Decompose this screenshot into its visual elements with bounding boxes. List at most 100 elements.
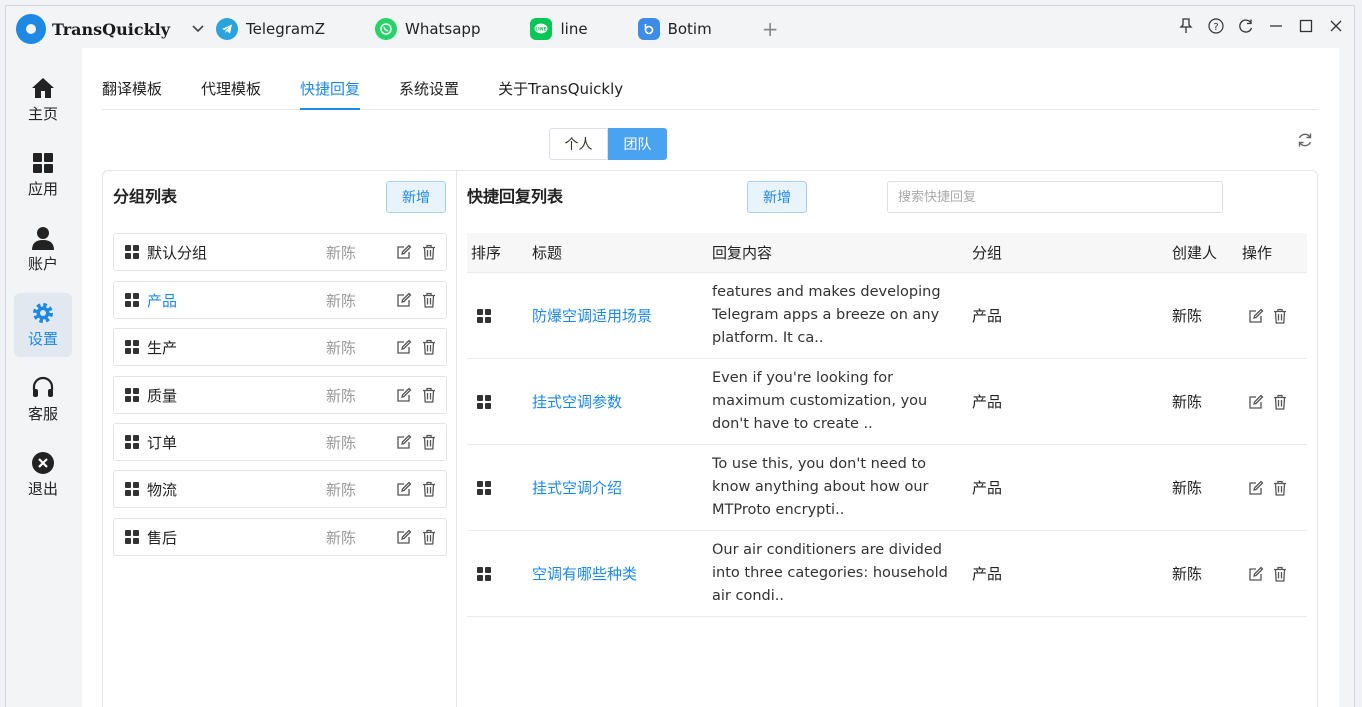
add-reply-button[interactable]: 新增 xyxy=(747,181,807,213)
group-owner: 新陈 xyxy=(326,480,357,499)
reply-group: 产品 xyxy=(972,307,1003,325)
group-item[interactable]: 质量 新陈 xyxy=(113,376,447,414)
brand[interactable]: TransQuickly xyxy=(16,14,216,44)
reply-title[interactable]: 空调有哪些种类 xyxy=(532,563,712,584)
tab-telegramz[interactable]: TelegramZ xyxy=(216,18,325,40)
app-tabs: TelegramZ Whatsapp LINE line Botim + xyxy=(216,17,778,41)
drag-handle-icon[interactable] xyxy=(125,388,139,402)
column-header-group: 分组 xyxy=(972,244,1003,262)
edit-icon[interactable] xyxy=(396,292,412,308)
edit-icon[interactable] xyxy=(396,339,412,355)
row-actions xyxy=(1242,566,1302,582)
column-header-order: 排序 xyxy=(471,244,502,262)
add-group-button[interactable]: 新增 xyxy=(386,181,446,213)
group-item[interactable]: 生产 新陈 xyxy=(113,328,447,366)
trash-icon[interactable] xyxy=(421,387,437,403)
add-tab-icon[interactable]: + xyxy=(762,17,779,41)
tab-about[interactable]: 关于TransQuickly xyxy=(498,74,623,110)
reply-title[interactable]: 挂式空调参数 xyxy=(532,391,712,412)
maximize-icon[interactable] xyxy=(1298,19,1314,37)
sidebar-item-settings[interactable]: 设置 xyxy=(14,293,72,357)
edit-icon[interactable] xyxy=(1248,566,1264,582)
headset-icon xyxy=(31,376,55,400)
sidebar: 主页 应用 账户 设置 客服 退出 xyxy=(6,52,82,707)
drag-handle-icon[interactable] xyxy=(125,482,139,496)
drag-handle-icon[interactable] xyxy=(125,293,139,307)
reply-creator: 新陈 xyxy=(1172,393,1203,411)
tab-botim[interactable]: Botim xyxy=(637,18,712,40)
tab-quick-reply[interactable]: 快捷回复 xyxy=(300,74,361,110)
drag-handle-icon[interactable] xyxy=(125,245,139,259)
group-item[interactable]: 产品 新陈 xyxy=(113,281,447,319)
group-owner: 新陈 xyxy=(326,528,357,547)
personal-toggle-button[interactable]: 个人 xyxy=(549,128,608,160)
tab-whatsapp[interactable]: Whatsapp xyxy=(375,18,480,40)
edit-icon[interactable] xyxy=(1248,308,1264,324)
drag-handle-icon[interactable] xyxy=(477,394,491,409)
brand-name: TransQuickly xyxy=(52,19,171,39)
trash-icon[interactable] xyxy=(421,292,437,308)
trash-icon[interactable] xyxy=(1272,394,1288,410)
tab-proxy-template[interactable]: 代理模板 xyxy=(201,74,261,110)
drag-handle-icon[interactable] xyxy=(477,566,491,581)
edit-icon[interactable] xyxy=(396,529,412,545)
edit-icon[interactable] xyxy=(1248,480,1264,496)
minimize-icon[interactable] xyxy=(1268,19,1284,37)
drag-handle-icon[interactable] xyxy=(125,530,139,544)
drag-handle-icon[interactable] xyxy=(477,308,491,323)
tab-system-settings[interactable]: 系统设置 xyxy=(399,74,459,110)
group-item[interactable]: 物流 新陈 xyxy=(113,470,447,508)
refresh-icon[interactable] xyxy=(1238,18,1254,38)
trash-icon[interactable] xyxy=(421,244,437,260)
trash-icon[interactable] xyxy=(421,529,437,545)
edit-icon[interactable] xyxy=(396,434,412,450)
group-name: 物流 xyxy=(147,480,178,499)
group-name: 质量 xyxy=(147,386,178,405)
svg-text:?: ? xyxy=(1213,22,1218,33)
table-row: 挂式空调介绍 To use this, you don't need to kn… xyxy=(467,445,1307,531)
scope-toggle: 个人 团队 xyxy=(549,128,667,160)
whatsapp-icon xyxy=(375,18,398,40)
help-icon[interactable]: ? xyxy=(1208,18,1224,38)
edit-icon[interactable] xyxy=(1248,394,1264,410)
chevron-down-icon[interactable] xyxy=(192,22,204,36)
trash-icon[interactable] xyxy=(1272,480,1288,496)
group-item[interactable]: 售后 新陈 xyxy=(113,518,447,556)
group-item[interactable]: 默认分组 新陈 xyxy=(113,233,447,271)
group-owner: 新陈 xyxy=(326,386,357,405)
tab-label: Botim xyxy=(667,20,712,38)
drag-handle-icon[interactable] xyxy=(125,435,139,449)
tab-label: line xyxy=(560,20,588,38)
reply-creator: 新陈 xyxy=(1172,307,1203,325)
search-input[interactable] xyxy=(887,181,1223,213)
edit-icon[interactable] xyxy=(396,244,412,260)
drag-handle-icon[interactable] xyxy=(125,340,139,354)
sidebar-item-account[interactable]: 账户 xyxy=(14,218,72,282)
trash-icon[interactable] xyxy=(421,339,437,355)
edit-icon[interactable] xyxy=(396,481,412,497)
tab-translation-template[interactable]: 翻译模板 xyxy=(102,74,162,110)
trash-icon[interactable] xyxy=(1272,308,1288,324)
tab-line[interactable]: LINE line xyxy=(530,18,588,40)
drag-handle-icon[interactable] xyxy=(477,480,491,495)
pin-icon[interactable] xyxy=(1178,18,1194,38)
group-item[interactable]: 订单 新陈 xyxy=(113,423,447,461)
sidebar-item-support[interactable]: 客服 xyxy=(14,368,72,432)
reply-title[interactable]: 挂式空调介绍 xyxy=(532,477,712,498)
trash-icon[interactable] xyxy=(421,481,437,497)
sidebar-item-exit[interactable]: 退出 xyxy=(14,443,72,507)
sidebar-item-label: 应用 xyxy=(27,180,58,198)
group-owner: 新陈 xyxy=(326,433,357,452)
sidebar-item-home[interactable]: 主页 xyxy=(14,68,72,132)
trash-icon[interactable] xyxy=(421,434,437,450)
edit-icon[interactable] xyxy=(396,387,412,403)
reply-creator: 新陈 xyxy=(1172,565,1203,583)
team-toggle-button[interactable]: 团队 xyxy=(608,128,667,160)
close-icon[interactable] xyxy=(1328,19,1344,37)
tab-label: TelegramZ xyxy=(246,20,326,38)
sidebar-item-apps[interactable]: 应用 xyxy=(14,143,72,207)
refresh-icon[interactable] xyxy=(1297,132,1315,150)
reply-title[interactable]: 防爆空调适用场景 xyxy=(532,305,712,326)
reply-list-title: 快捷回复列表 xyxy=(467,187,564,206)
trash-icon[interactable] xyxy=(1272,566,1288,582)
